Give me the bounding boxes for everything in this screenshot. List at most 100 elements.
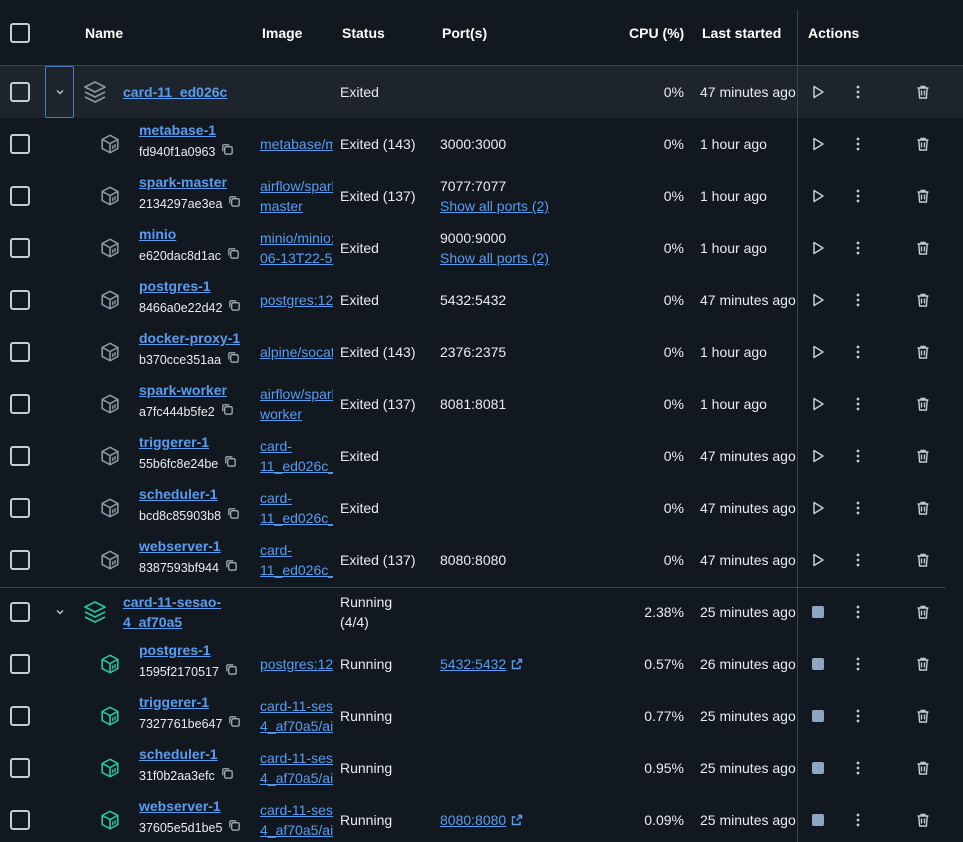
start-button[interactable]: [808, 134, 828, 154]
image-name-line[interactable]: airflow/spark-: [260, 176, 333, 196]
port-link[interactable]: 8080:8080: [440, 810, 523, 830]
copy-icon[interactable]: [228, 714, 241, 734]
delete-button[interactable]: [913, 706, 933, 726]
header-name[interactable]: Name: [85, 0, 123, 65]
container-name-link[interactable]: spark-master: [139, 172, 241, 192]
image-name-line[interactable]: alpine/socat: [260, 342, 333, 362]
row-checkbox[interactable]: [10, 758, 30, 778]
row-checkbox[interactable]: [10, 498, 30, 518]
container-name-link[interactable]: metabase-1: [139, 120, 234, 140]
delete-button[interactable]: [913, 550, 933, 570]
image-name-line[interactable]: 11_ed026c_airflow: [260, 508, 333, 528]
image-name-line[interactable]: 11_ed026c_airflow: [260, 560, 333, 580]
stop-button[interactable]: [808, 602, 828, 622]
container-image-link[interactable]: card-11_ed026c_airflow: [260, 540, 333, 580]
container-image-link[interactable]: card-11-sesao-4_af70a5/airflow: [260, 696, 333, 736]
show-all-ports-link[interactable]: Show all ports (2): [440, 248, 549, 268]
container-image-link[interactable]: card-11_ed026c_airflow: [260, 488, 333, 528]
delete-button[interactable]: [913, 810, 933, 830]
image-name-line[interactable]: worker: [260, 404, 333, 424]
delete-button[interactable]: [913, 82, 933, 102]
copy-icon[interactable]: [225, 662, 238, 682]
delete-button[interactable]: [913, 186, 933, 206]
group-name[interactable]: card-11_ed026c: [123, 84, 227, 100]
container-name-link[interactable]: postgres-1: [139, 640, 238, 660]
start-button[interactable]: [808, 290, 828, 310]
group-name-line[interactable]: 4_af70a5: [123, 612, 221, 632]
container-name-link[interactable]: scheduler-1: [139, 484, 240, 504]
image-name-line[interactable]: airflow/spark-: [260, 384, 333, 404]
container-image-link[interactable]: airflow/spark-master: [260, 176, 333, 216]
more-options-button[interactable]: [848, 186, 868, 206]
image-name-line[interactable]: metabase/metabase: [260, 134, 333, 154]
more-options-button[interactable]: [848, 446, 868, 466]
container-image-link[interactable]: alpine/socat: [260, 342, 333, 362]
container-name-link[interactable]: spark-worker: [139, 380, 234, 400]
container-image-link[interactable]: minio/minio:RELEASE.2023-06-13T22-55: [260, 228, 333, 268]
more-options-button[interactable]: [848, 550, 868, 570]
select-all-checkbox[interactable]: [10, 22, 30, 43]
copy-icon[interactable]: [225, 558, 238, 578]
image-name-line[interactable]: master: [260, 196, 333, 216]
group-name-link[interactable]: card-11-sesao- 4_af70a5: [123, 592, 221, 632]
more-options-button[interactable]: [848, 342, 868, 362]
container-image-link[interactable]: postgres:12: [260, 654, 333, 674]
container-name-link[interactable]: triggerer-1: [139, 692, 241, 712]
row-checkbox[interactable]: [10, 186, 30, 206]
row-checkbox[interactable]: [10, 706, 30, 726]
copy-icon[interactable]: [221, 402, 234, 422]
header-cpu[interactable]: CPU (%): [629, 0, 684, 65]
header-ports[interactable]: Port(s): [442, 0, 487, 65]
container-name-link[interactable]: webserver-1: [139, 536, 238, 556]
start-button[interactable]: [808, 446, 828, 466]
image-name-line[interactable]: card-: [260, 436, 333, 456]
start-button[interactable]: [808, 238, 828, 258]
more-options-button[interactable]: [848, 654, 868, 674]
container-name-link[interactable]: docker-proxy-1: [139, 328, 240, 348]
more-options-button[interactable]: [848, 290, 868, 310]
more-options-button[interactable]: [848, 758, 868, 778]
copy-icon[interactable]: [227, 246, 240, 266]
image-name-line[interactable]: card-: [260, 488, 333, 508]
copy-icon[interactable]: [228, 298, 241, 318]
row-checkbox[interactable]: [10, 810, 30, 830]
more-options-button[interactable]: [848, 706, 868, 726]
more-options-button[interactable]: [848, 498, 868, 518]
show-all-ports-link[interactable]: Show all ports (2): [440, 196, 549, 216]
row-checkbox[interactable]: [10, 654, 30, 674]
collapse-toggle[interactable]: [45, 66, 74, 118]
delete-button[interactable]: [913, 602, 933, 622]
delete-button[interactable]: [913, 134, 933, 154]
row-checkbox[interactable]: [10, 342, 30, 362]
stop-button[interactable]: [808, 810, 828, 830]
image-name-line[interactable]: minio/minio:RELEASE.2023-: [260, 228, 333, 248]
row-checkbox[interactable]: [10, 82, 30, 102]
delete-button[interactable]: [913, 758, 933, 778]
container-image-link[interactable]: airflow/spark-worker: [260, 384, 333, 424]
copy-icon[interactable]: [224, 454, 237, 474]
copy-icon[interactable]: [228, 818, 241, 838]
more-options-button[interactable]: [848, 810, 868, 830]
port-link[interactable]: 5432:5432: [440, 654, 523, 674]
copy-icon[interactable]: [228, 194, 241, 214]
start-button[interactable]: [808, 342, 828, 362]
start-button[interactable]: [808, 186, 828, 206]
stop-button[interactable]: [808, 654, 828, 674]
row-checkbox[interactable]: [10, 602, 30, 622]
start-button[interactable]: [808, 498, 828, 518]
copy-icon[interactable]: [227, 506, 240, 526]
delete-button[interactable]: [913, 498, 933, 518]
delete-button[interactable]: [913, 238, 933, 258]
group-name-link[interactable]: card-11_ed026c: [123, 82, 227, 102]
container-name-link[interactable]: scheduler-1: [139, 744, 234, 764]
row-checkbox[interactable]: [10, 446, 30, 466]
container-image-link[interactable]: postgres:12: [260, 290, 333, 310]
container-name-link[interactable]: minio: [139, 224, 240, 244]
more-options-button[interactable]: [848, 394, 868, 414]
delete-button[interactable]: [913, 290, 933, 310]
stop-button[interactable]: [808, 758, 828, 778]
image-name-line[interactable]: 11_ed026c_airflow: [260, 456, 333, 476]
more-options-button[interactable]: [848, 134, 868, 154]
copy-icon[interactable]: [221, 766, 234, 786]
container-name-link[interactable]: triggerer-1: [139, 432, 237, 452]
